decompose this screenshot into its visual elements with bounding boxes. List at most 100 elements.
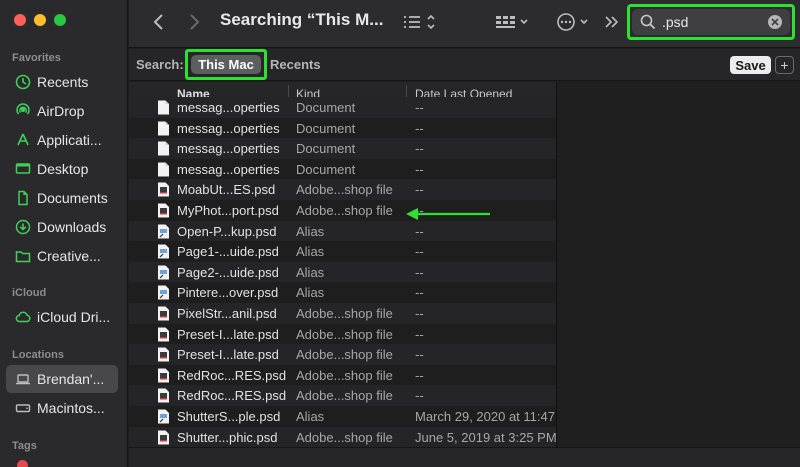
file-name: MyPhot...port.psd [177,202,279,218]
clock-icon [14,74,31,91]
file-date: -- [415,223,424,239]
add-criteria-button[interactable]: + [775,56,794,74]
back-button[interactable] [149,10,169,34]
chevron-right-icon [190,14,200,30]
sidebar-item-label: Brendan'... [37,371,105,387]
sidebar-item-documents[interactable]: Documents [6,184,118,212]
window-title: Searching “This M... [220,10,384,29]
close-icon [771,18,779,26]
sidebar-item-desktop[interactable]: Desktop [6,155,118,183]
alias-icon [157,409,170,424]
table-row[interactable]: Preset-I...late.psd Adobe...shop file -- [129,344,556,365]
save-search-button[interactable]: Save [730,56,771,74]
annotation-arrow-icon [406,208,490,220]
file-list: Name Kind Date Last Opened messag...oper… [129,82,557,447]
file-date: -- [415,182,424,198]
sidebar-item-brendans-mac[interactable]: Brendan'... [6,365,118,393]
file-name: messag...operties [177,161,280,177]
file-name: Open-P...kup.psd [177,223,277,239]
document-icon [14,190,31,207]
disk-icon [14,400,31,417]
view-list-button[interactable] [401,10,441,34]
sidebar-section-tags: Tags [12,440,37,452]
table-row[interactable]: messag...operties Document -- [129,118,556,139]
action-button[interactable] [554,10,594,34]
file-name: messag...operties [177,100,280,115]
search-input-value[interactable]: .psd [662,14,688,30]
table-row[interactable]: Pintere...over.psd Alias -- [129,282,556,303]
table-row[interactable]: Page1-...uide.psd Alias -- [129,241,556,262]
group-button[interactable] [493,10,533,34]
file-name: messag...operties [177,141,280,157]
file-date: -- [415,285,424,301]
file-kind: Adobe...shop file [296,305,393,321]
table-row[interactable]: PixelStr...anil.psd Adobe...shop file -- [129,302,556,324]
file-kind: Document [296,141,356,157]
file-name: RedRoc...RES.psd [177,388,287,404]
sidebar-item-label: Desktop [37,161,89,177]
sidebar-item-label: Creative... [37,248,101,264]
alias-icon [157,285,170,300]
psd-icon [157,182,170,197]
forward-button[interactable] [184,10,204,34]
file-kind: Alias [296,285,325,301]
tag-red-icon[interactable] [17,460,28,467]
minimize-window-button[interactable] [34,14,46,26]
table-row[interactable]: messag...operties Document -- [129,159,556,180]
table-row[interactable]: Open-P...kup.psd Alias -- [129,220,556,242]
file-date: -- [415,326,424,342]
document-icon [157,121,170,136]
search-field[interactable]: .psd [632,9,790,35]
search-icon [640,14,656,30]
close-window-button[interactable] [14,14,26,26]
zoom-window-button[interactable] [54,14,66,26]
table-row[interactable]: Page2-...uide.psd Alias -- [129,261,556,283]
file-name: messag...operties [177,120,280,136]
file-kind: Alias [296,244,325,260]
table-row[interactable]: messag...operties Document -- [129,97,556,118]
table-row[interactable]: RedRoc...RES.psd Adobe...shop file -- [129,365,556,386]
file-name: MoabUt...ES.psd [177,182,276,198]
search-scope-bar: Search: This Mac Recents Save + [129,49,800,81]
toolbar-overflow-button[interactable] [603,10,621,34]
file-kind: Alias [296,264,325,280]
airdrop-icon [14,103,31,120]
sidebar-item-downloads[interactable]: Downloads [6,213,118,241]
file-name: Pintere...over.psd [177,285,279,301]
file-date: -- [415,161,424,177]
scope-this-mac-button[interactable]: This Mac [191,55,261,74]
table-row[interactable]: Preset-I...late.psd Adobe...shop file -- [129,324,556,345]
sidebar-item-label: Macintos... [37,400,105,416]
sidebar-item-label: Downloads [37,219,107,235]
sidebar-item-applications[interactable]: Applicati... [6,126,118,154]
sidebar-item-icloud-drive[interactable]: iCloud Dri... [6,303,118,331]
file-date: -- [415,244,424,260]
file-kind: Adobe...shop file [296,202,393,218]
sidebar-item-label: AirDrop [37,103,85,119]
table-row[interactable]: MoabUt...ES.psd Adobe...shop file -- [129,179,556,200]
sidebar-item-creative[interactable]: Creative... [6,242,118,270]
table-row[interactable]: RedRoc...RES.psd Adobe...shop file -- [129,385,556,406]
folder-icon [14,248,31,265]
sidebar-item-airdrop[interactable]: AirDrop [6,97,118,125]
more-options-icon [557,13,588,31]
sidebar-item-label: Applicati... [37,132,102,148]
file-name: Shutter...phic.psd [177,429,278,445]
cloud-icon [14,309,31,326]
table-row[interactable]: ShutterS...ple.psd Alias March 29, 2020 at… [129,406,556,427]
file-date: -- [415,141,424,157]
clear-search-button[interactable] [768,15,782,29]
file-kind: Adobe...shop file [296,367,393,383]
document-icon [157,162,170,177]
sidebar-item-macintosh-hd[interactable]: Macintos... [6,394,118,422]
table-row[interactable]: messag...operties Document -- [129,138,556,159]
document-icon [157,100,170,115]
file-date: -- [415,367,424,383]
sidebar-item-recents[interactable]: Recents [6,68,118,96]
grid-icon [496,16,528,28]
double-chevron-right-icon [605,16,619,28]
sidebar-item-label: Recents [37,74,89,90]
scope-recents-button[interactable]: Recents [270,57,321,72]
download-icon [14,219,31,236]
table-row[interactable]: Shutter...phic.psd Adobe...shop file June … [129,426,556,447]
